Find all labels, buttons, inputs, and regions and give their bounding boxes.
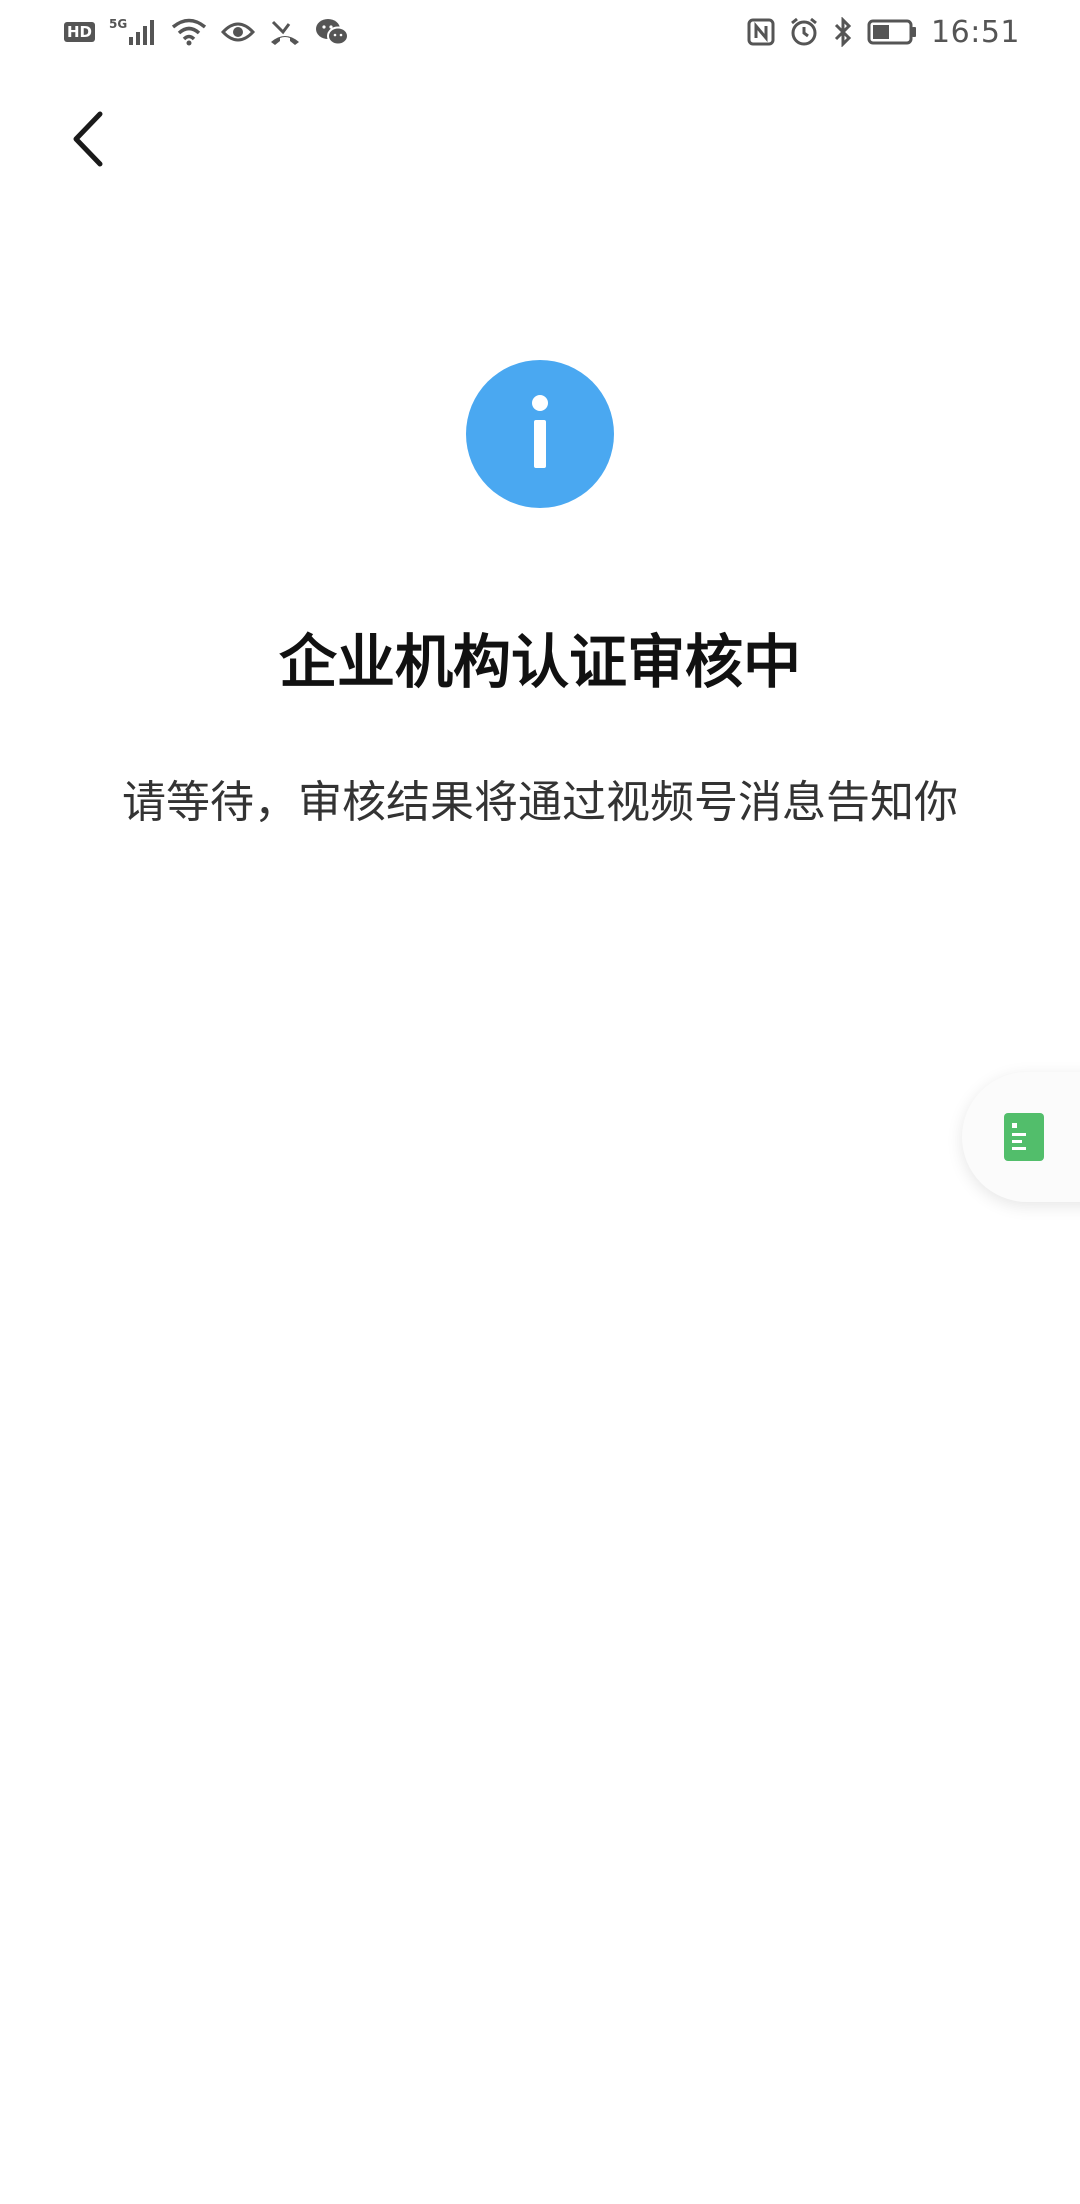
eye-icon xyxy=(221,20,256,44)
wechat-icon xyxy=(315,18,350,46)
info-icon xyxy=(466,360,614,508)
status-bar: HD 5G 16:51 xyxy=(0,0,1080,64)
nfc-icon xyxy=(747,18,775,46)
bluetooth-icon xyxy=(833,17,853,47)
missed-call-icon xyxy=(269,18,301,46)
hd-badge: HD xyxy=(64,22,96,42)
status-left: HD 5G xyxy=(64,17,350,46)
alarm-icon xyxy=(789,17,819,47)
signal-icon: 5G xyxy=(109,17,157,45)
back-button[interactable] xyxy=(64,108,112,170)
status-description: 请等待，审核结果将通过视频号消息告知你 xyxy=(122,777,958,828)
status-time: 16:51 xyxy=(931,14,1020,50)
status-right: 16:51 xyxy=(747,15,1020,50)
page-title: 企业机构认证审核中 xyxy=(278,628,801,696)
battery-icon xyxy=(867,19,917,45)
network-label: 5G xyxy=(109,17,128,31)
document-icon xyxy=(1004,1113,1044,1161)
wifi-icon xyxy=(171,18,207,46)
floating-document-button[interactable] xyxy=(962,1072,1080,1202)
chevron-left-icon xyxy=(73,111,103,167)
